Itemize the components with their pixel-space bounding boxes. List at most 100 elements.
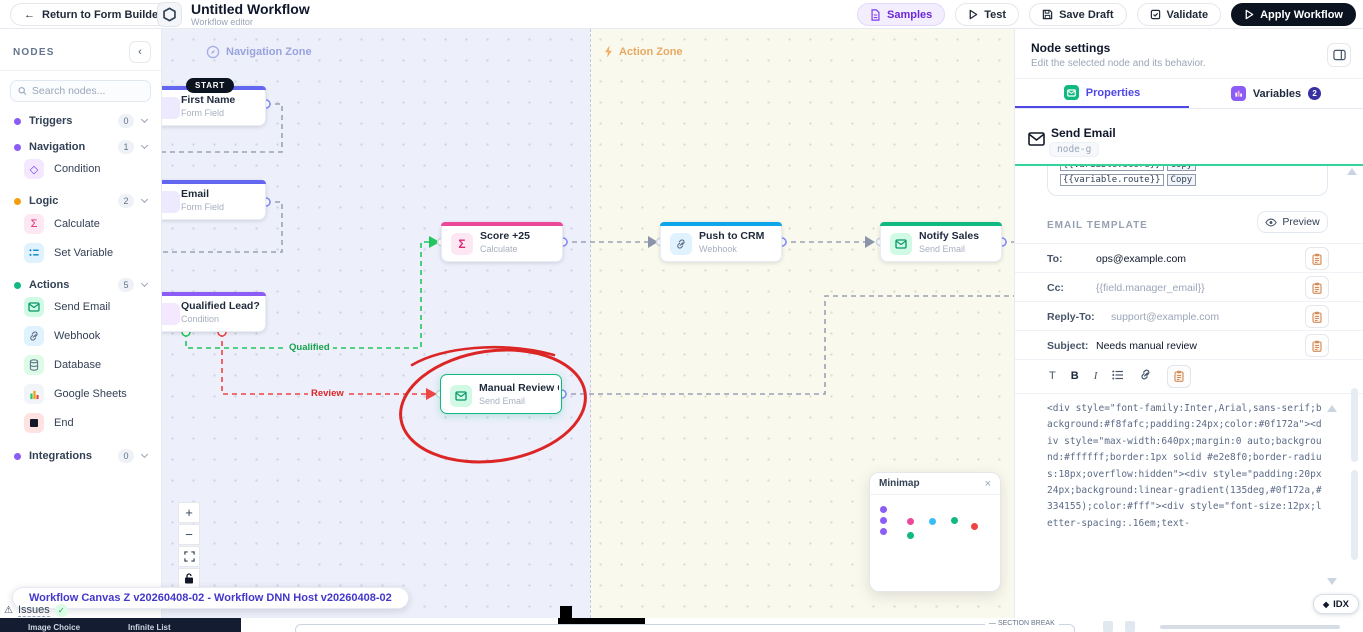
background-toolbar-item: Infinite List bbox=[128, 623, 171, 632]
samples-button[interactable]: Samples bbox=[857, 3, 945, 26]
email-cc-value[interactable]: {{field.manager_email}} bbox=[1096, 282, 1205, 294]
fit-view-button[interactable] bbox=[178, 546, 200, 567]
selected-node-id: node-g bbox=[1049, 142, 1099, 157]
email-replyto-value[interactable]: support@example.com bbox=[1111, 311, 1219, 323]
tab-properties[interactable]: Properties bbox=[1015, 79, 1189, 108]
sidebar-section-actions[interactable]: Actions 5 bbox=[0, 277, 161, 293]
idx-badge[interactable]: ◆ IDX bbox=[1313, 594, 1359, 614]
node-settings-panel: Node settings Edit the selected node and… bbox=[1014, 29, 1363, 618]
sidebar-section-logic[interactable]: Logic 2 bbox=[0, 193, 161, 209]
chevron-down-icon[interactable] bbox=[141, 280, 148, 287]
scroll-up-icon[interactable] bbox=[1347, 168, 1357, 175]
chevron-down-icon[interactable] bbox=[141, 196, 148, 203]
email-body-code-editor[interactable]: <div style="font-family:Inter,Arial,sans… bbox=[1047, 401, 1323, 608]
node-push-to-crm[interactable]: Push to CRM Webhook bbox=[660, 222, 782, 262]
navigation-dot-icon bbox=[14, 144, 21, 151]
node-email[interactable]: Email Form Field bbox=[162, 180, 266, 220]
condition-icon bbox=[162, 303, 180, 325]
node-notify-sales[interactable]: Notify Sales Send Email bbox=[880, 222, 1002, 262]
scroll-up-icon[interactable] bbox=[1327, 405, 1337, 412]
close-icon[interactable]: × bbox=[985, 478, 991, 490]
clipboard-icon bbox=[1312, 311, 1322, 323]
sidebar-item-send-email[interactable]: Send Email bbox=[24, 296, 153, 318]
check-circle-icon: ✓ bbox=[55, 604, 68, 617]
minimap-title: Minimap bbox=[879, 478, 985, 489]
email-to-value[interactable]: ops@example.com bbox=[1096, 253, 1186, 265]
zoom-out-button[interactable]: − bbox=[178, 524, 200, 545]
variables-count-badge: 2 bbox=[1308, 87, 1321, 100]
list-button[interactable] bbox=[1112, 370, 1124, 383]
insert-variable-button[interactable] bbox=[1305, 334, 1329, 357]
background-text-placeholder bbox=[1160, 625, 1340, 629]
sidebar-section-integrations[interactable]: Integrations 0 bbox=[0, 448, 161, 464]
node-score-25[interactable]: Σ Score +25 Calculate bbox=[441, 222, 563, 262]
chevron-down-icon[interactable] bbox=[141, 116, 148, 123]
scrollbar-thumb[interactable] bbox=[1351, 470, 1358, 560]
panel-toggle-button[interactable] bbox=[1327, 43, 1351, 67]
minimap-node-dot bbox=[880, 506, 887, 513]
clipboard-icon bbox=[1312, 340, 1322, 352]
test-button[interactable]: Test bbox=[955, 3, 1019, 26]
validate-button[interactable]: Validate bbox=[1137, 3, 1222, 26]
warning-icon: ⚠ bbox=[4, 605, 13, 616]
edge-manual-review-out bbox=[562, 296, 1014, 394]
format-toolbar: T B I bbox=[1049, 364, 1191, 388]
sidebar-item-end[interactable]: End bbox=[24, 412, 153, 434]
insert-variable-button[interactable] bbox=[1305, 305, 1329, 328]
logic-count-badge: 2 bbox=[118, 194, 134, 208]
sparkle-icon: ◆ bbox=[1323, 600, 1329, 609]
arrowhead-icon bbox=[426, 388, 437, 400]
section-break-label: — SECTION BREAK bbox=[985, 620, 1059, 627]
node-qualified-lead[interactable]: Qualified Lead? Condition bbox=[162, 292, 266, 332]
scroll-down-icon[interactable] bbox=[1327, 578, 1337, 585]
insert-variable-toolbar-button[interactable] bbox=[1167, 365, 1191, 388]
email-subject-value[interactable]: Needs manual review bbox=[1096, 340, 1197, 352]
background-section-break-outline bbox=[295, 624, 1075, 632]
mail-icon bbox=[890, 233, 912, 255]
bold-button[interactable]: B bbox=[1071, 370, 1079, 382]
save-icon bbox=[1042, 9, 1053, 20]
save-draft-button[interactable]: Save Draft bbox=[1029, 3, 1126, 26]
sidebar-item-webhook[interactable]: Webhook bbox=[24, 325, 153, 347]
lock-button[interactable] bbox=[178, 568, 200, 589]
scrollbar-thumb[interactable] bbox=[1351, 388, 1358, 462]
italic-button[interactable]: I bbox=[1094, 370, 1098, 382]
copy-button[interactable]: Copy bbox=[1167, 166, 1197, 171]
return-to-form-builder-button[interactable]: ← Return to Form Builder bbox=[10, 3, 176, 26]
insert-variable-button[interactable] bbox=[1305, 276, 1329, 299]
preview-button[interactable]: Preview bbox=[1257, 211, 1328, 233]
workflow-canvas[interactable]: Navigation Zone Action Zone bbox=[162, 29, 1014, 618]
divider bbox=[1015, 359, 1363, 360]
minimap-node-dot bbox=[880, 517, 887, 524]
chevron-down-icon[interactable] bbox=[141, 451, 148, 458]
link-button[interactable] bbox=[1139, 368, 1152, 384]
sidebar-section-navigation[interactable]: Navigation 1 bbox=[0, 139, 161, 155]
sidebar-item-condition[interactable]: ◇ Condition bbox=[24, 158, 153, 180]
sidebar-section-triggers[interactable]: Triggers 0 bbox=[0, 113, 161, 129]
chevron-down-icon[interactable] bbox=[141, 142, 148, 149]
tab-variables[interactable]: Variables 2 bbox=[1189, 79, 1363, 108]
selected-node-header: Send Email node-g bbox=[1015, 110, 1363, 166]
apply-workflow-button[interactable]: Apply Workflow bbox=[1231, 3, 1356, 26]
panel-title: Node settings bbox=[1031, 41, 1110, 55]
integrations-count-badge: 0 bbox=[118, 449, 134, 463]
node-manual-review[interactable]: Manual Review Q... Send Email bbox=[440, 374, 562, 414]
sidebar-item-google-sheets[interactable]: Google Sheets bbox=[24, 383, 153, 405]
zoom-in-button[interactable]: + bbox=[178, 502, 200, 523]
sidebar-item-calculate[interactable]: Σ Calculate bbox=[24, 213, 153, 235]
insert-variable-button[interactable] bbox=[1305, 247, 1329, 270]
text-format-button[interactable]: T bbox=[1049, 370, 1056, 382]
sidebar-title: NODES bbox=[13, 47, 55, 58]
page-subtitle: Workflow editor bbox=[191, 17, 253, 27]
sidebar-collapse-button[interactable]: ‹ bbox=[129, 41, 151, 63]
nodes-sidebar: NODES ‹ Triggers 0 Navigation 1 ◇ Condit… bbox=[0, 29, 162, 618]
sidebar-item-database[interactable]: Database bbox=[24, 354, 153, 376]
red-circle-annotation-stroke bbox=[412, 347, 554, 365]
issues-link[interactable]: Issues bbox=[18, 604, 50, 617]
copy-button[interactable]: Copy bbox=[1167, 174, 1197, 186]
link-icon bbox=[1139, 368, 1152, 381]
sidebar-item-set-variable[interactable]: Set Variable bbox=[24, 242, 153, 264]
actions-count-badge: 5 bbox=[118, 278, 134, 292]
bar-chart-icon bbox=[24, 384, 44, 404]
search-input[interactable] bbox=[32, 85, 143, 97]
